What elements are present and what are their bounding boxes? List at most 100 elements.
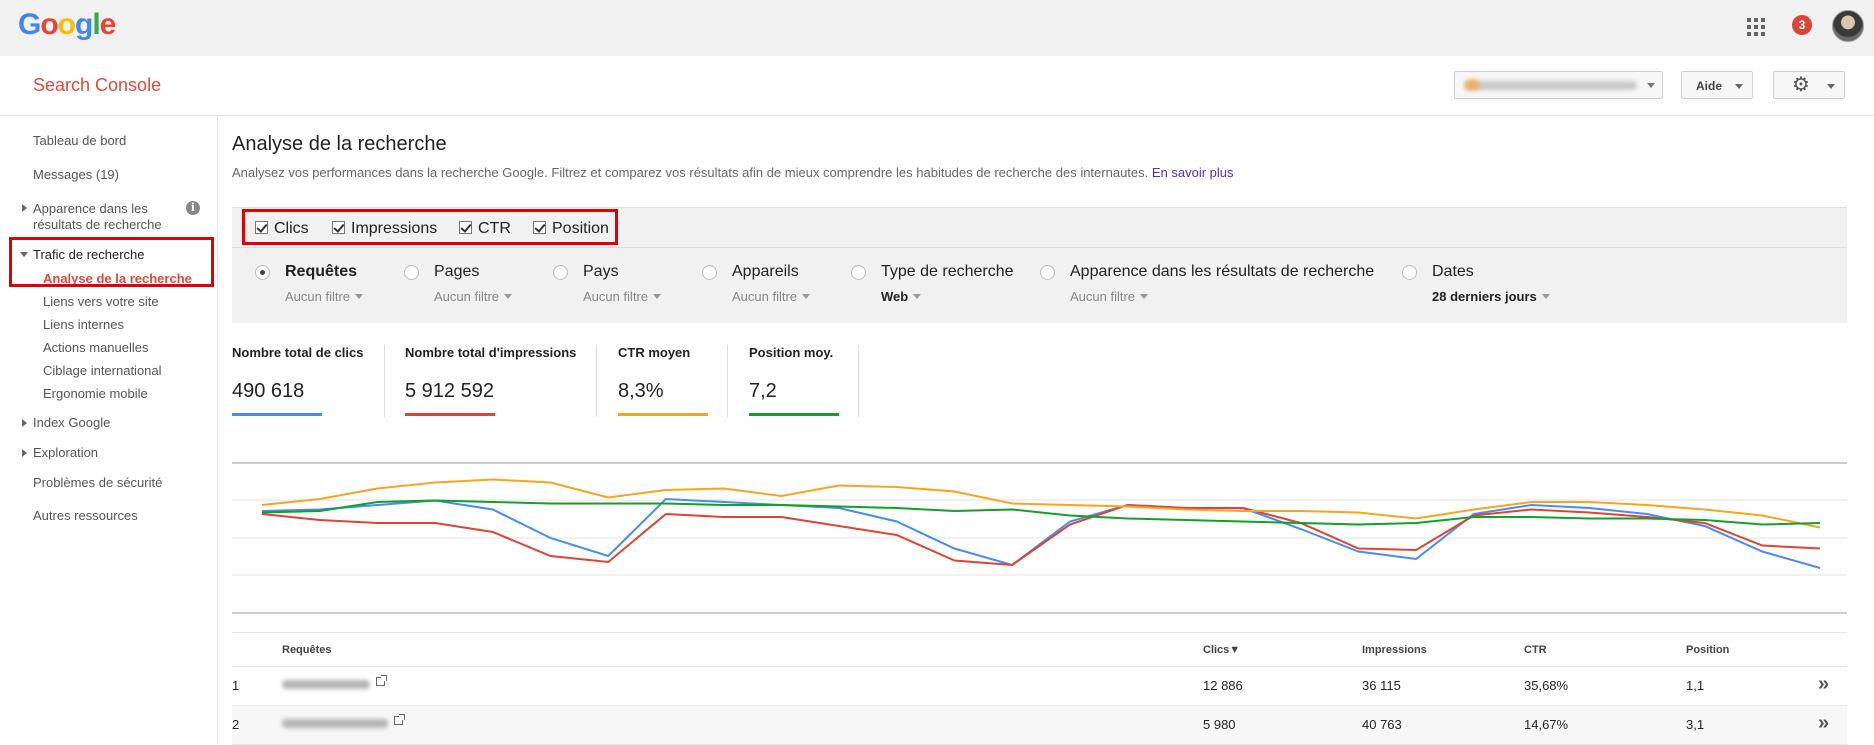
avatar[interactable] [1832, 10, 1864, 42]
kpi-color-bar [232, 413, 322, 416]
column-header-ctr[interactable]: CTR [1524, 644, 1547, 656]
dimension-filter-label: Aucun filtre [434, 289, 500, 304]
external-link-icon[interactable] [376, 675, 387, 686]
dimension-label: Appareils [732, 263, 799, 280]
gear-icon: ⚙ [1792, 74, 1810, 96]
radio-icon[interactable] [1040, 265, 1055, 280]
highlight-box [9, 237, 214, 287]
sidebar-item-other-resources[interactable]: Autres ressources [33, 508, 138, 523]
settings-button[interactable]: ⚙ [1773, 71, 1845, 99]
app-title[interactable]: Search Console [33, 75, 161, 96]
kpi-label: CTR moyen [618, 345, 691, 360]
sidebar-item-crawl[interactable]: Exploration [33, 445, 98, 460]
column-header-impressions[interactable]: Impressions [1362, 644, 1427, 656]
kpi-total-impressions[interactable]: Nombre total d'impressions 5 912 592 [405, 345, 576, 416]
row-number: 2 [232, 717, 240, 732]
radio-icon[interactable] [1402, 265, 1417, 280]
sidebar-item-links-to-site[interactable]: Liens vers votre site [43, 294, 159, 309]
divider [384, 345, 385, 417]
dimension-filter-label: Aucun filtre [732, 289, 798, 304]
query-redacted [282, 719, 388, 729]
row-number: 1 [232, 678, 240, 693]
radio-icon[interactable] [553, 265, 568, 280]
sidebar-item-search-appearance[interactable]: Apparence dans les [33, 201, 148, 216]
dimension-filter-dropdown[interactable]: Aucun filtre [583, 289, 662, 304]
column-header-position[interactable]: Position [1686, 644, 1729, 656]
site-selector-dropdown[interactable] [1454, 71, 1663, 99]
dimension-filter-dropdown[interactable]: Aucun filtre [732, 289, 811, 304]
column-header-queries[interactable]: Requêtes [282, 644, 332, 656]
radio-selected-icon[interactable] [255, 265, 270, 280]
chevron-double-right-icon[interactable]: » [1818, 673, 1829, 696]
dimension-filter-label: Aucun filtre [583, 289, 649, 304]
chevron-down-icon [504, 294, 513, 299]
kpi-average-ctr[interactable]: CTR moyen 8,3% [618, 345, 708, 416]
dimension-filter-dropdown[interactable]: 28 derniers jours [1432, 289, 1550, 304]
learn-more-link[interactable]: En savoir plus [1152, 165, 1234, 180]
sidebar-item-mobile-usability[interactable]: Ergonomie mobile [43, 386, 148, 401]
sidebar-item-google-index[interactable]: Index Google [33, 415, 110, 430]
logo-letter: o [57, 8, 76, 41]
divider [596, 345, 597, 417]
sidebar-item-search-appearance-line2[interactable]: résultats de recherche [33, 217, 162, 232]
query-redacted [282, 680, 370, 690]
performance-line-chart[interactable] [232, 455, 1847, 615]
apps-grid-icon[interactable] [1747, 18, 1765, 36]
dimension-filter-dropdown[interactable]: Aucun filtre [434, 289, 513, 304]
chevron-down-icon [802, 294, 811, 299]
sidebar-item-messages[interactable]: Messages (19) [33, 167, 119, 182]
notification-badge[interactable]: 3 [1792, 15, 1812, 35]
radio-icon[interactable] [702, 265, 717, 280]
google-bar: Google 3 [0, 0, 1874, 56]
sidebar-item-dashboard[interactable]: Tableau de bord [33, 133, 126, 148]
kpi-color-bar [749, 413, 839, 416]
caret-right-icon[interactable] [22, 204, 27, 212]
dimension-label: Apparence dans les résultats de recherch… [1070, 263, 1375, 280]
dimension-filter-label: Aucun filtre [285, 289, 351, 304]
highlight-box [242, 209, 618, 245]
divider [727, 345, 728, 417]
series-line-impressions[interactable] [261, 503, 1821, 567]
caret-right-icon[interactable] [22, 419, 27, 427]
position-cell: 1,1 [1686, 678, 1705, 693]
column-header-clicks[interactable]: Clics▼ [1203, 644, 1240, 656]
dimension-filter-dropdown[interactable]: Aucun filtre [285, 289, 364, 304]
kpi-label: Position moy. [749, 345, 834, 360]
chevron-down-icon [913, 294, 922, 299]
kpi-average-position[interactable]: Position moy. 7,2 [749, 345, 839, 416]
radio-icon[interactable] [851, 265, 866, 280]
series-layer [261, 478, 1821, 569]
google-logo[interactable]: Google [18, 8, 116, 42]
sidebar-item-internal-links[interactable]: Liens internes [43, 317, 124, 332]
chevron-down-icon [1140, 294, 1149, 299]
page-title: Analyse de la recherche [232, 133, 447, 155]
external-link-icon[interactable] [394, 714, 405, 725]
query-cell[interactable] [282, 714, 405, 730]
sidebar-item-security-issues[interactable]: Problèmes de sécurité [33, 475, 162, 490]
chevron-double-right-icon[interactable]: » [1818, 712, 1829, 735]
dimension-label: Type de recherche [881, 263, 1014, 280]
kpi-color-bar [618, 413, 708, 416]
info-icon[interactable]: i [186, 201, 200, 215]
query-cell[interactable] [282, 675, 387, 691]
table-row[interactable]: 2 5 980 40 763 14,67% 3,1 » [232, 706, 1847, 745]
ctr-cell: 14,67% [1524, 717, 1569, 732]
dimension-label: Dates [1432, 263, 1474, 280]
series-line-ctr[interactable] [261, 478, 1821, 529]
sidebar-item-international-targeting[interactable]: Ciblage international [43, 363, 162, 378]
sidebar-item-manual-actions[interactable]: Actions manuelles [43, 340, 149, 355]
search-console-header: Search Console Aide ⚙ [0, 56, 1874, 116]
table-row[interactable]: 1 12 886 36 115 35,68% 1,1 » [232, 667, 1847, 706]
dimension-filter-dropdown[interactable]: Aucun filtre [1070, 289, 1149, 304]
help-button[interactable]: Aide [1681, 71, 1753, 99]
filter-panel: Clics Impressions CTR Position Requêtes … [232, 207, 1847, 323]
logo-letter: G [18, 8, 41, 41]
caret-right-icon[interactable] [22, 449, 27, 457]
description-text: Analysez vos performances dans la recher… [232, 165, 1149, 180]
dimension-filter-label: Web [881, 289, 909, 304]
dimension-filter-dropdown[interactable]: Web [881, 289, 922, 304]
site-url-redacted [1465, 81, 1637, 90]
impressions-cell: 36 115 [1362, 678, 1401, 693]
radio-icon[interactable] [404, 265, 419, 280]
kpi-total-clicks[interactable]: Nombre total de clics 490 618 [232, 345, 363, 416]
